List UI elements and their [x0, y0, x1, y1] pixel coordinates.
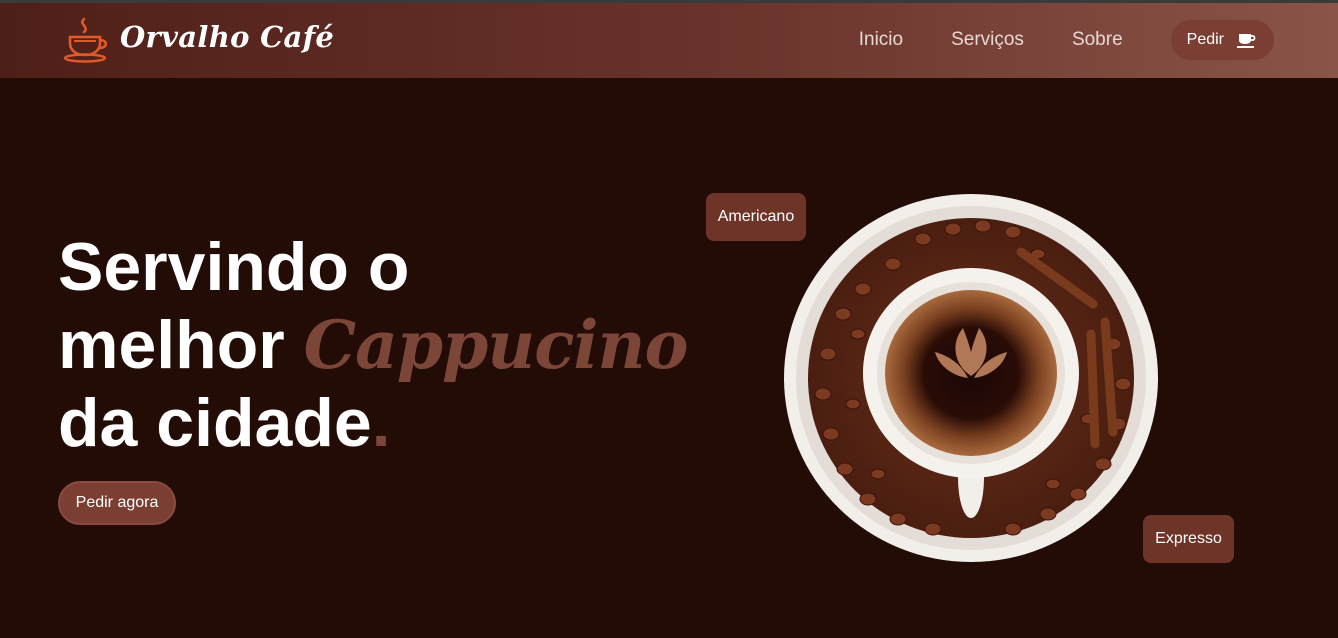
tag-americano[interactable]: Americano [706, 193, 806, 241]
site-header: Orvalho Café Inicio Serviços Sobre Pedir [0, 3, 1338, 78]
main-nav: Inicio Serviços Sobre Pedir [859, 20, 1274, 60]
hero-title-line1: Servindo o [58, 229, 410, 305]
coffee-cup-icon [1237, 34, 1256, 48]
tag-expresso[interactable]: Expresso [1143, 515, 1234, 563]
order-now-button[interactable]: Pedir agora [58, 481, 176, 525]
order-button[interactable]: Pedir [1170, 20, 1274, 60]
nav-link-servicos[interactable]: Serviços [951, 29, 1024, 51]
hero-title-highlight: Cappucino [303, 306, 689, 384]
nav-link-inicio[interactable]: Inicio [859, 29, 903, 51]
hero-title: Servindo o melhor Cappucino da cidade. [58, 228, 689, 462]
logo[interactable]: Orvalho Café [62, 15, 334, 63]
brand-name: Orvalho Café [120, 20, 335, 54]
hero-title-dot: . [371, 385, 391, 461]
hero-title-line3: da cidade [58, 385, 372, 461]
nav-link-sobre[interactable]: Sobre [1072, 29, 1123, 51]
coffee-cup-image [784, 194, 1158, 562]
hero-title-line2: melhor [58, 307, 285, 383]
order-button-label: Pedir [1186, 31, 1224, 48]
coffee-cup-steam-icon [62, 15, 112, 63]
